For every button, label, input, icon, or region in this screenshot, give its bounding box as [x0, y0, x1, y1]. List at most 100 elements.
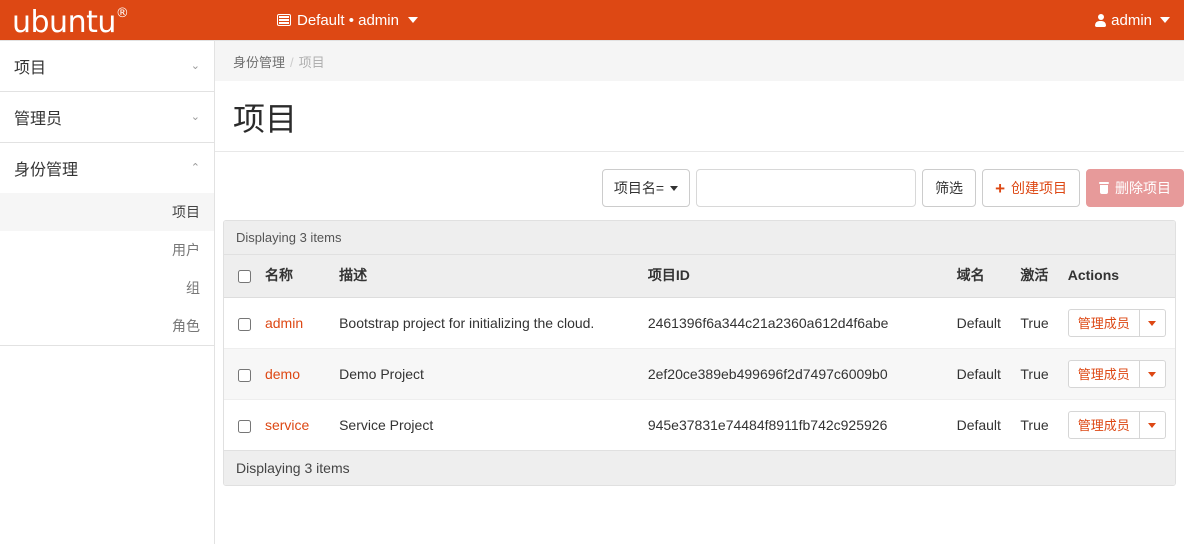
column-header-project-id[interactable]: 项目ID: [641, 255, 951, 298]
sidebar-item-groups[interactable]: 组: [0, 269, 214, 307]
sidebar-group-project[interactable]: 项目 ⌄: [0, 41, 214, 92]
user-menu-label: admin: [1111, 11, 1152, 29]
row-action-group: 管理成员: [1067, 309, 1166, 337]
sidebar-group-identity[interactable]: 身份管理 ⌃: [0, 143, 214, 193]
plus-icon: +: [995, 178, 1005, 198]
sidebar-item-label: 项目: [172, 204, 200, 220]
cell-actions: 管理成员: [1062, 400, 1175, 451]
sidebar-item-roles[interactable]: 角色: [0, 307, 214, 345]
cell-domain: Default: [956, 417, 1001, 433]
table-item-count-top: Displaying 3 items: [224, 221, 1175, 255]
row-actions-dropdown-toggle[interactable]: [1139, 360, 1166, 388]
row-select-cell: [224, 400, 259, 451]
sidebar-item-label: 用户: [172, 242, 200, 258]
select-all-checkbox[interactable]: [238, 269, 251, 283]
sidebar-group-label: 管理员: [14, 111, 63, 128]
brand-text: ubuntu: [12, 4, 116, 40]
table-row: demo Demo Project 2ef20ce389eb499696f2d7…: [224, 348, 1175, 400]
cell-name: demo: [258, 348, 334, 400]
breadcrumb: 身份管理 / 项目: [215, 41, 1184, 81]
sidebar-item-projects[interactable]: 项目: [0, 193, 214, 231]
page-title: 项目: [233, 101, 298, 137]
project-link[interactable]: demo: [265, 366, 300, 382]
row-select-cell: [224, 348, 259, 400]
manage-members-button[interactable]: 管理成员: [1067, 360, 1140, 388]
sidebar-subnav-identity: 项目 用户 组 角色: [0, 193, 214, 346]
row-checkbox[interactable]: [238, 317, 251, 331]
cell-enabled: True: [1014, 297, 1062, 349]
breadcrumb-current: 项目: [298, 55, 325, 70]
table-row: service Service Project 945e37831e74484f…: [224, 400, 1175, 451]
table-header: 名称 描述 项目ID 域名 激活 Actions: [224, 255, 1175, 298]
manage-members-button[interactable]: 管理成员: [1067, 411, 1140, 439]
cell-domain: Default: [950, 297, 1015, 349]
delete-project-button[interactable]: 删除项目: [1086, 169, 1184, 207]
projects-table: 名称 描述 项目ID 域名 激活 Actions admin Bootstrap…: [224, 255, 1175, 450]
cell-name: admin: [258, 297, 334, 349]
filter-button[interactable]: 筛选: [922, 169, 977, 207]
cell-enabled: True: [1020, 417, 1049, 433]
sidebar-item-users[interactable]: 用户: [0, 231, 214, 269]
column-header-name[interactable]: 名称: [258, 255, 334, 298]
create-project-label: 创建项目: [1011, 180, 1067, 196]
breadcrumb-parent[interactable]: 身份管理: [233, 55, 285, 70]
context-switcher[interactable]: Default • admin: [277, 12, 418, 29]
ubuntu-logo[interactable]: ubuntu®: [0, 3, 215, 38]
chevron-down-icon: [670, 185, 679, 191]
column-header-actions: Actions: [1061, 255, 1175, 298]
cell-project-id: 2ef20ce389eb499696f2d7497c6009b0: [641, 348, 951, 400]
top-navbar: ubuntu® Default • admin admin: [0, 0, 1184, 40]
sidebar-item-label: 角色: [172, 318, 200, 334]
sidebar-item-label: 组: [186, 280, 200, 296]
projects-table-container: Displaying 3 items 名称 描述 项目ID 域名 激活 Acti…: [223, 220, 1176, 486]
column-select-all: [224, 255, 259, 298]
grid-icon: [277, 14, 291, 26]
filter-field-label: 项目名=: [613, 180, 665, 196]
cell-actions: 管理成员: [1061, 297, 1175, 349]
row-action-group: 管理成员: [1067, 411, 1166, 439]
cell-project-id: 2461396f6a344c21a2360a612d4f6abe: [641, 297, 951, 349]
main-content: 身份管理 / 项目 项目 项目名= 筛选 + 创建项目 删除项目 Displayin…: [215, 40, 1184, 544]
context-switcher-label: Default • admin: [297, 11, 399, 29]
chevron-down-icon: [1148, 320, 1157, 326]
column-header-enabled[interactable]: 激活: [1014, 255, 1062, 298]
chevron-down-icon: ⌄: [190, 110, 200, 123]
sidebar-group-admin[interactable]: 管理员 ⌄: [0, 92, 214, 143]
user-menu[interactable]: admin: [1095, 12, 1170, 29]
table-row: admin Bootstrap project for initializing…: [224, 297, 1175, 349]
manage-members-button[interactable]: 管理成员: [1067, 309, 1140, 337]
filter-field-select[interactable]: 项目名=: [601, 169, 691, 207]
user-icon: [1095, 13, 1107, 27]
brand-registered-mark: ®: [115, 5, 129, 21]
project-link[interactable]: admin: [265, 315, 303, 331]
cell-description: Service Project: [339, 417, 434, 433]
page-header: 项目: [215, 81, 1184, 152]
sidebar-group-label: 身份管理: [14, 162, 79, 179]
create-project-button[interactable]: + 创建项目: [982, 169, 1080, 207]
cell-name: service: [259, 400, 333, 451]
cell-enabled: True: [1014, 348, 1062, 400]
sidebar: 项目 ⌄ 管理员 ⌄ 身份管理 ⌃ 项目 用户 组 角色: [0, 40, 215, 544]
search-input[interactable]: [696, 169, 917, 207]
column-header-description[interactable]: 描述: [333, 255, 642, 298]
trash-icon: [1099, 182, 1109, 194]
table-body: admin Bootstrap project for initializing…: [224, 297, 1175, 451]
row-action-group: 管理成员: [1067, 360, 1166, 388]
chevron-down-icon: [1148, 422, 1157, 428]
row-checkbox[interactable]: [238, 368, 251, 382]
row-actions-dropdown-toggle[interactable]: [1139, 309, 1166, 337]
chevron-down-icon: [1160, 17, 1170, 23]
chevron-down-icon: [407, 17, 418, 23]
row-actions-dropdown-toggle[interactable]: [1139, 411, 1166, 439]
project-link[interactable]: service: [265, 417, 309, 433]
row-select-cell: [224, 297, 259, 349]
cell-description: Demo Project: [333, 348, 642, 400]
cell-actions: 管理成员: [1061, 348, 1175, 400]
cell-project-id: 945e37831e74484f8911fb742c925926: [647, 417, 888, 433]
chevron-up-icon: ⌃: [190, 161, 200, 174]
chevron-down-icon: ⌄: [190, 59, 200, 72]
row-checkbox[interactable]: [238, 419, 251, 433]
sidebar-group-label: 项目: [14, 60, 47, 77]
column-header-domain[interactable]: 域名: [950, 255, 1015, 298]
cell-domain: Default: [950, 348, 1015, 400]
